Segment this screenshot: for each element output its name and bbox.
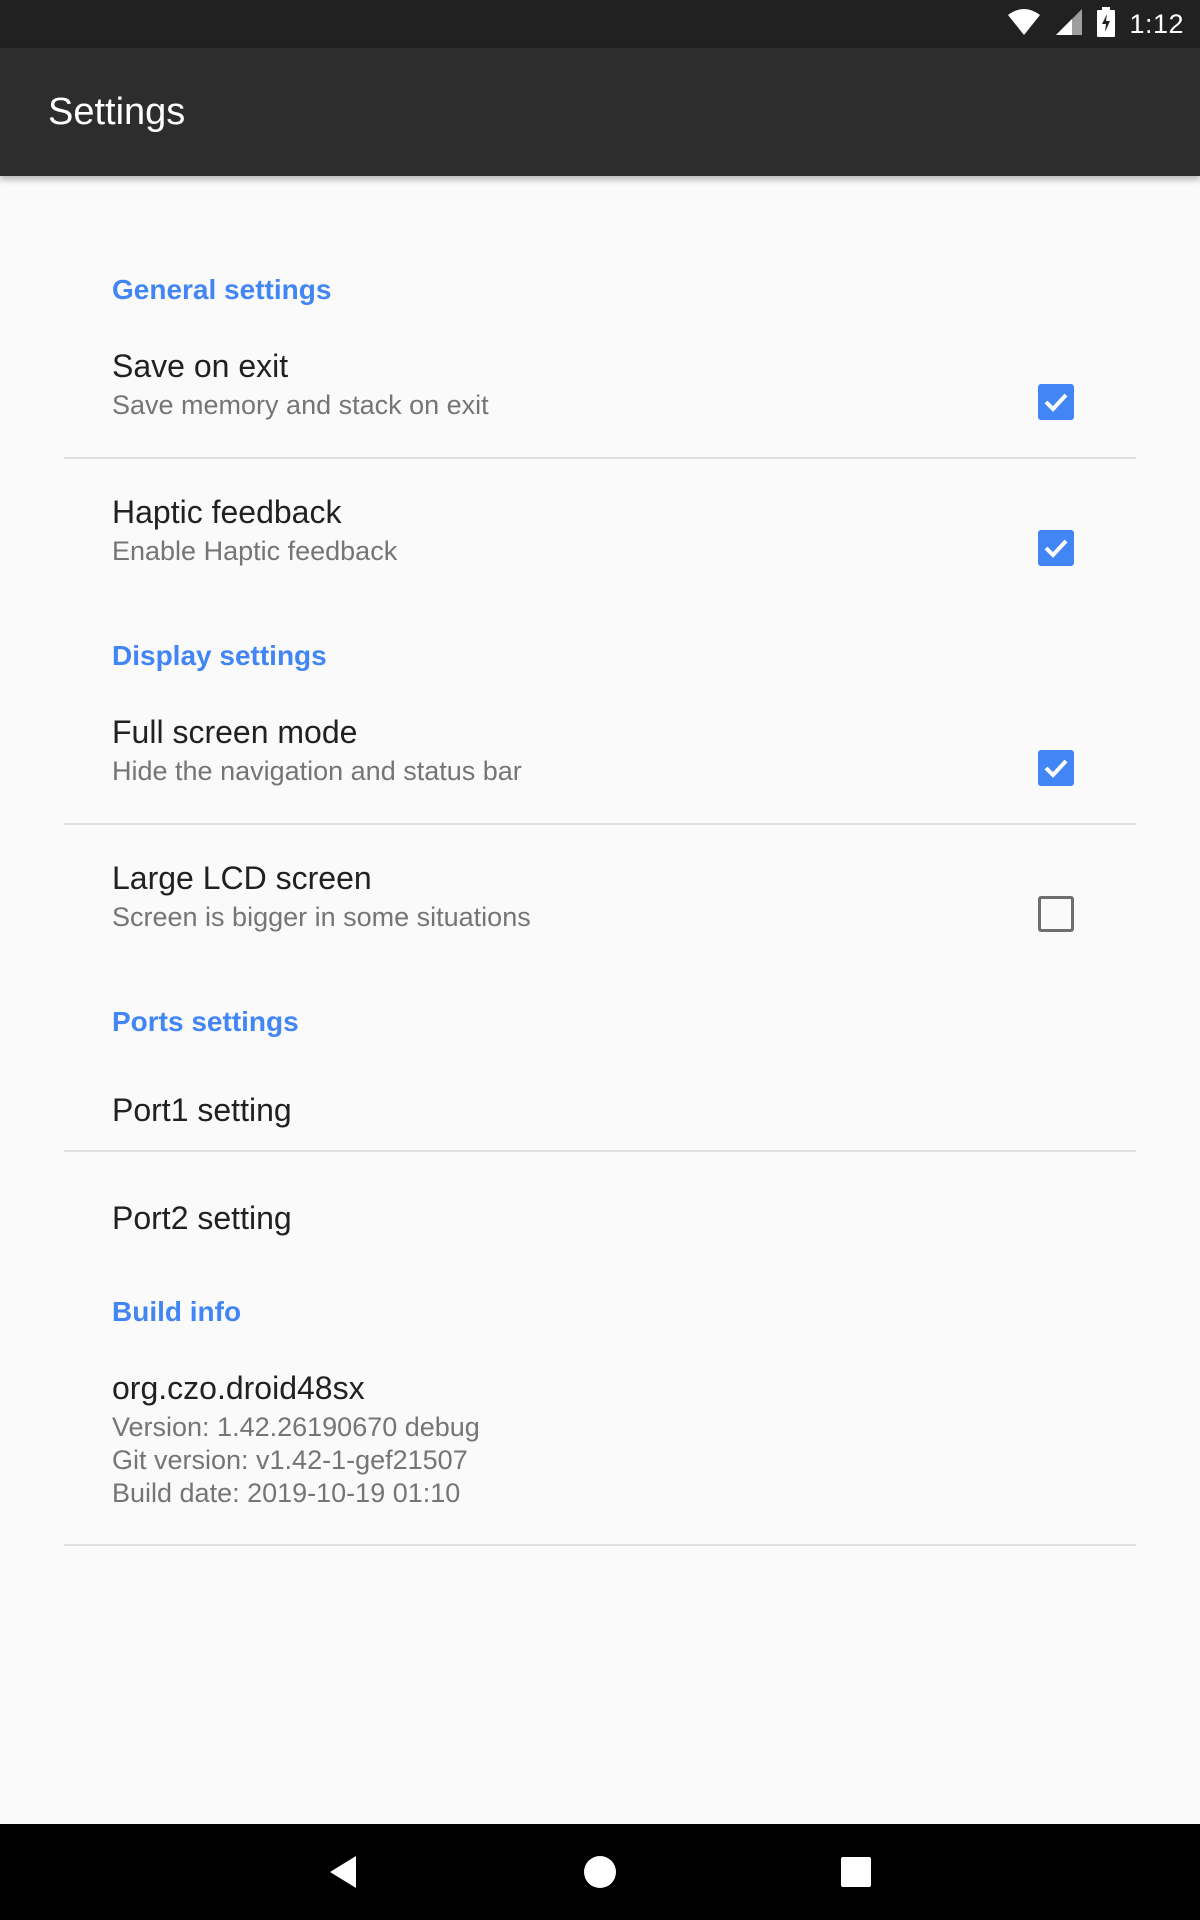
pref-title: Port1 setting bbox=[112, 1092, 292, 1128]
pref-title: Large LCD screen bbox=[112, 860, 372, 896]
battery-charging-icon bbox=[1097, 6, 1116, 42]
pref-summary: Save memory and stack on exit bbox=[112, 390, 489, 420]
pref-title: Port2 setting bbox=[112, 1200, 292, 1236]
pref-summary: Screen is bigger in some situations bbox=[112, 902, 531, 932]
page-title: Settings bbox=[48, 91, 186, 133]
settings-list: General settings Save on exit Save memor… bbox=[0, 176, 1200, 1824]
wifi-icon bbox=[1007, 8, 1041, 41]
pref-save-on-exit[interactable]: Save on exit Save memory and stack on ex… bbox=[64, 336, 1136, 464]
category-display-settings: Display settings bbox=[112, 640, 327, 671]
category-general-settings: General settings bbox=[112, 274, 332, 305]
pref-haptic-feedback[interactable]: Haptic feedback Enable Haptic feedback bbox=[64, 482, 1136, 610]
status-icons: 1:12 bbox=[1007, 0, 1184, 48]
divider bbox=[64, 457, 1136, 459]
pref-title: org.czo.droid48sx bbox=[112, 1370, 365, 1406]
navigation-bar bbox=[0, 1824, 1200, 1920]
divider bbox=[64, 1150, 1136, 1152]
pref-large-lcd-screen[interactable]: Large LCD screen Screen is bigger in som… bbox=[64, 848, 1136, 976]
recents-icon[interactable] bbox=[832, 1848, 880, 1896]
pref-title: Save on exit bbox=[112, 348, 289, 384]
build-date: Build date: 2019-10-19 01:10 bbox=[112, 1478, 461, 1508]
save-on-exit-checkbox[interactable] bbox=[1038, 384, 1074, 420]
status-time: 1:12 bbox=[1129, 8, 1184, 39]
pref-summary: Enable Haptic feedback bbox=[112, 536, 398, 566]
category-build-info: Build info bbox=[112, 1296, 242, 1327]
home-icon[interactable] bbox=[576, 1848, 624, 1896]
pref-title: Full screen mode bbox=[112, 714, 358, 750]
pref-title: Haptic feedback bbox=[112, 494, 342, 530]
pref-full-screen-mode[interactable]: Full screen mode Hide the navigation and… bbox=[64, 702, 1136, 830]
back-icon[interactable] bbox=[320, 1848, 368, 1896]
cell-signal-icon bbox=[1055, 8, 1083, 41]
haptic-feedback-checkbox[interactable] bbox=[1038, 530, 1074, 566]
pref-port1-setting[interactable]: Port1 setting bbox=[64, 1056, 1136, 1152]
large-lcd-screen-checkbox[interactable] bbox=[1038, 896, 1074, 932]
build-version: Version: 1.42.26190670 debug bbox=[112, 1412, 480, 1442]
build-git-version: Git version: v1.42-1-gef21507 bbox=[112, 1445, 468, 1475]
category-ports-settings: Ports settings bbox=[112, 1006, 299, 1037]
divider bbox=[64, 823, 1136, 825]
pref-summary: Hide the navigation and status bar bbox=[112, 756, 522, 786]
pref-port2-setting[interactable]: Port2 setting bbox=[64, 1166, 1136, 1262]
app-bar: Settings bbox=[0, 48, 1200, 176]
full-screen-mode-checkbox[interactable] bbox=[1038, 750, 1074, 786]
divider bbox=[64, 1544, 1136, 1546]
pref-build-info[interactable]: org.czo.droid48sx Version: 1.42.26190670… bbox=[64, 1358, 1136, 1538]
status-bar: 1:12 bbox=[0, 0, 1200, 48]
